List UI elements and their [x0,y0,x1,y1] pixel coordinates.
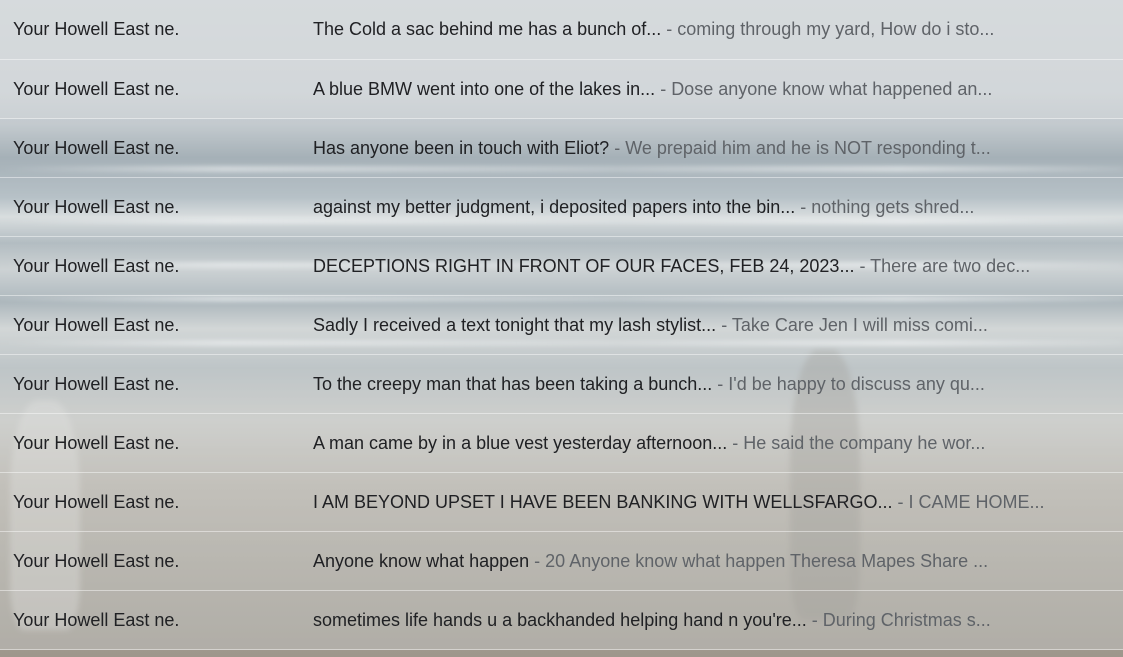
sender-name: Your Howell East ne. [13,196,180,217]
snippet-separator: - [529,550,546,571]
message-preview: I AM BEYOND UPSET I HAVE BEEN BANKING WI… [313,492,1116,513]
message-snippet: He said the company he wor... [743,432,986,453]
snippet-separator: - [712,373,729,394]
snippet-separator: - [854,255,871,276]
message-subject: The Cold a sac behind me has a bunch of.… [313,19,662,39]
message-subject: To the creepy man that has been taking a… [313,373,713,394]
snippet-separator: - [661,19,678,39]
snippet-separator: - [655,78,672,99]
message-subject: Has anyone been in touch with Eliot? [313,137,610,158]
message-snippet: Take Care Jen I will miss comi... [731,314,988,335]
snippet-separator: - [609,137,626,158]
snippet-separator: - [727,432,744,453]
message-snippet: I CAME HOME... [908,491,1045,512]
message-snippet: 20 Anyone know what happen Theresa Mapes… [545,550,989,571]
sender-name: Your Howell East ne. [13,373,180,394]
message-snippet: coming through my yard, How do i sto... [677,19,995,39]
message-preview: Sadly I received a text tonight that my … [313,315,1116,336]
sender-name: Your Howell East ne. [13,550,180,571]
message-preview: against my better judgment, i deposited … [313,197,1116,218]
sender-name: Your Howell East ne. [13,255,180,276]
message-row[interactable]: Your Howell East ne. DECEPTIONS RIGHT IN… [0,237,1123,296]
message-row[interactable]: Your Howell East ne. I AM BEYOND UPSET I… [0,473,1123,532]
message-subject: DECEPTIONS RIGHT IN FRONT OF OUR FACES, … [313,255,855,276]
message-subject: Sadly I received a text tonight that my … [313,314,717,335]
snippet-separator: - [716,314,732,335]
message-preview: Has anyone been in touch with Eliot? - W… [313,138,1116,159]
sender-name: Your Howell East ne. [13,137,180,158]
message-preview: Anyone know what happen - 20 Anyone know… [313,551,1116,572]
sender-name: Your Howell East ne. [13,19,180,39]
message-row[interactable]: Your Howell East ne. Has anyone been in … [0,119,1123,178]
message-snippet: I'd be happy to discuss any qu... [728,373,985,394]
message-subject: I AM BEYOND UPSET I HAVE BEEN BANKING WI… [313,491,893,512]
message-snippet: nothing gets shred... [811,196,975,217]
message-list: Your Howell East ne. The Cold a sac behi… [0,0,1123,657]
message-row[interactable]: Your Howell East ne. sometimes life hand… [0,591,1123,650]
message-subject: sometimes life hands u a backhanded help… [313,609,807,630]
message-snippet: We prepaid him and he is NOT responding … [625,137,991,158]
message-row[interactable]: Your Howell East ne. To the creepy man t… [0,355,1123,414]
message-snippet: There are two dec... [870,255,1031,276]
message-snippet: Dose anyone know what happened an... [671,78,993,99]
message-row[interactable]: Your Howell East ne. Sadly I received a … [0,296,1123,355]
message-row[interactable]: Your Howell East ne. The Cold a sac behi… [0,0,1123,60]
message-preview: To the creepy man that has been taking a… [313,374,1116,395]
message-snippet: During Christmas s... [822,609,991,630]
message-preview: A man came by in a blue vest yesterday a… [313,433,1116,454]
message-subject: A blue BMW went into one of the lakes in… [313,78,656,99]
snippet-separator: - [795,196,812,217]
message-preview: sometimes life hands u a backhanded help… [313,610,1116,631]
message-preview: The Cold a sac behind me has a bunch of.… [313,19,1116,40]
sender-name: Your Howell East ne. [13,609,180,630]
message-subject: A man came by in a blue vest yesterday a… [313,432,728,453]
message-row[interactable]: Your Howell East ne. Anyone know what ha… [0,532,1123,591]
sender-name: Your Howell East ne. [13,491,180,512]
message-row[interactable]: Your Howell East ne. A man came by in a … [0,414,1123,473]
message-subject: Anyone know what happen [313,550,530,571]
message-preview: DECEPTIONS RIGHT IN FRONT OF OUR FACES, … [313,256,1116,277]
sender-name: Your Howell East ne. [13,314,180,335]
message-row[interactable]: Your Howell East ne. against my better j… [0,178,1123,237]
snippet-separator: - [806,609,823,630]
message-row[interactable]: Your Howell East ne. A blue BMW went int… [0,60,1123,119]
sender-name: Your Howell East ne. [13,432,180,453]
snippet-separator: - [892,491,909,512]
message-preview: A blue BMW went into one of the lakes in… [313,79,1116,100]
message-subject: against my better judgment, i deposited … [313,196,796,217]
sender-name: Your Howell East ne. [13,78,180,99]
